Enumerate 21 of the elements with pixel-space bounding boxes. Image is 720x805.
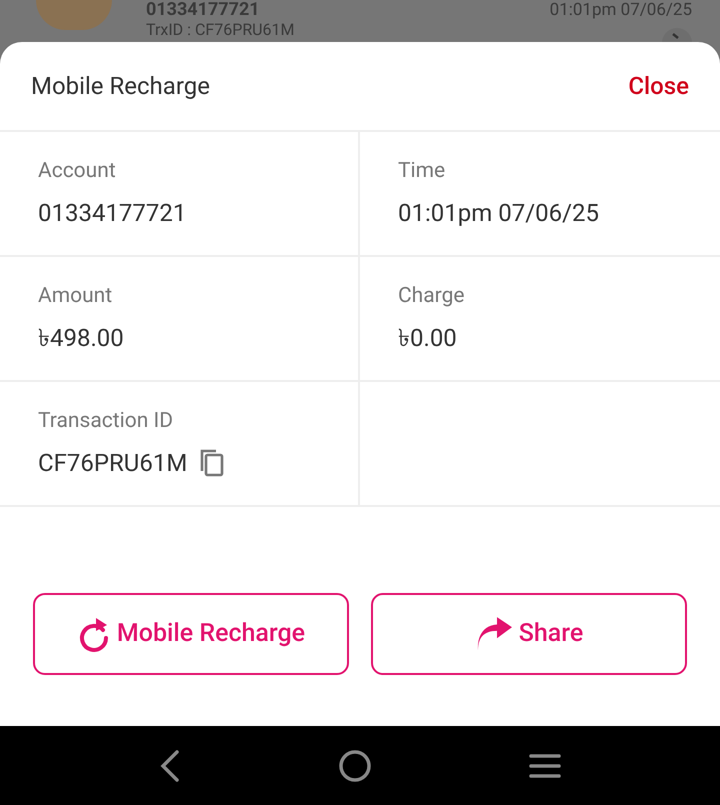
back-icon[interactable]: [158, 748, 182, 782]
field-label: Time: [398, 158, 446, 185]
menu-icon[interactable]: [528, 752, 562, 780]
close-button[interactable]: Close: [628, 68, 689, 104]
account-number: 01334177721: [146, 0, 260, 20]
action-button[interactable]: Share: [371, 592, 687, 674]
field-value: 01334177721: [38, 198, 186, 230]
field-value: 01:01pm 07/06/25: [398, 198, 599, 230]
field-label: Transaction ID: [38, 408, 174, 435]
field-label: Charge: [398, 282, 466, 310]
field-value: ৳0.00: [398, 323, 457, 354]
field-value: CF76PRU61M: [38, 448, 188, 480]
field-value: ৳498.00: [38, 323, 124, 354]
field-label: Account: [38, 158, 117, 185]
copy-icon[interactable]: [199, 448, 226, 478]
transaction-time: 01:01pm 07/06/25: [550, 0, 692, 20]
field-label: Amount: [38, 282, 114, 310]
sheet-title: Mobile Recharge: [31, 71, 210, 102]
action-button[interactable]: Mobile Recharge: [33, 592, 349, 674]
home-icon[interactable]: [338, 748, 372, 782]
transaction-id: TrxID : CF76PRU61M: [146, 20, 295, 40]
